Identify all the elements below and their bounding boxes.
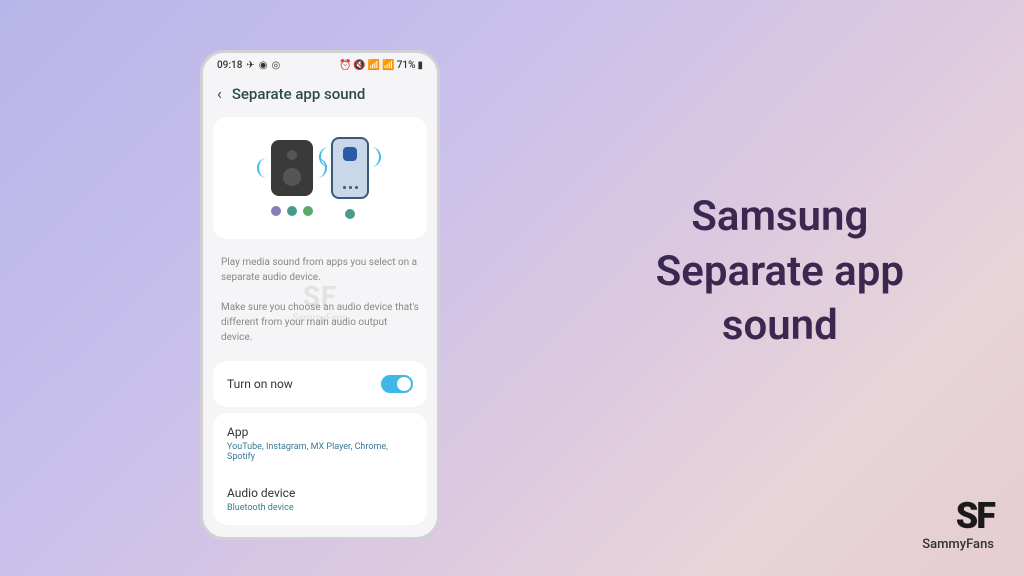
toggle-switch[interactable] <box>381 375 413 393</box>
signal-icon: 📶 <box>382 60 394 71</box>
brand-logo: SF SammyFans <box>922 495 994 552</box>
speaker-icon <box>271 140 313 196</box>
toggle-label: Turn on now <box>227 377 293 391</box>
app-dots <box>271 206 313 216</box>
setting-app-title: App <box>227 425 413 439</box>
status-right: ⏰ 🔇 📶 📶 71% ▮ <box>339 60 423 71</box>
back-icon[interactable]: ‹ <box>217 84 222 103</box>
setting-app[interactable]: App YouTube, Instagram, MX Player, Chrom… <box>213 413 427 474</box>
setting-audio-device[interactable]: Audio device Bluetooth device <box>213 474 427 525</box>
battery-text: 71% <box>397 60 416 71</box>
mute-icon: 🔇 <box>353 60 365 71</box>
settings-card: App YouTube, Instagram, MX Player, Chrom… <box>213 413 427 525</box>
description-text: SF SammyFans Play media sound from apps … <box>203 239 437 355</box>
setting-audio-title: Audio device <box>227 486 413 500</box>
status-time: 09:18 <box>217 60 242 71</box>
phone-device-icon <box>331 137 369 199</box>
setting-audio-value: Bluetooth device <box>227 503 413 513</box>
battery-icon: ▮ <box>417 60 423 71</box>
setting-app-value: YouTube, Instagram, MX Player, Chrome, S… <box>227 442 413 462</box>
wifi-icon: 📶 <box>368 60 380 71</box>
speaker-illustration <box>271 140 313 216</box>
dot-green <box>303 206 313 216</box>
illustration-card <box>213 117 427 239</box>
toggle-card[interactable]: Turn on now <box>213 361 427 407</box>
page-header: ‹ Separate app sound <box>203 74 437 117</box>
logo-name: SammyFans <box>922 537 994 552</box>
phone-illustration <box>331 137 369 219</box>
status-left: 09:18 ✈ ◉ ◎ <box>217 60 280 71</box>
promo-title: SamsungSeparate appsound <box>656 190 904 354</box>
logo-sf: SF <box>922 495 994 537</box>
dot-purple <box>271 206 281 216</box>
watermark-sub: SammyFans <box>292 311 347 326</box>
dot-teal <box>287 206 297 216</box>
phone-mockup: 09:18 ✈ ◉ ◎ ⏰ 🔇 📶 📶 71% ▮ ‹ Separate app… <box>200 50 440 540</box>
instagram-icon: ◎ <box>272 60 281 71</box>
dot-single <box>345 209 355 219</box>
status-bar: 09:18 ✈ ◉ ◎ ⏰ 🔇 📶 📶 71% ▮ <box>203 53 437 74</box>
alarm-icon: ⏰ <box>339 60 351 71</box>
whatsapp-icon: ◉ <box>259 60 268 71</box>
page-title: Separate app sound <box>232 85 366 103</box>
telegram-icon: ✈ <box>246 60 254 71</box>
